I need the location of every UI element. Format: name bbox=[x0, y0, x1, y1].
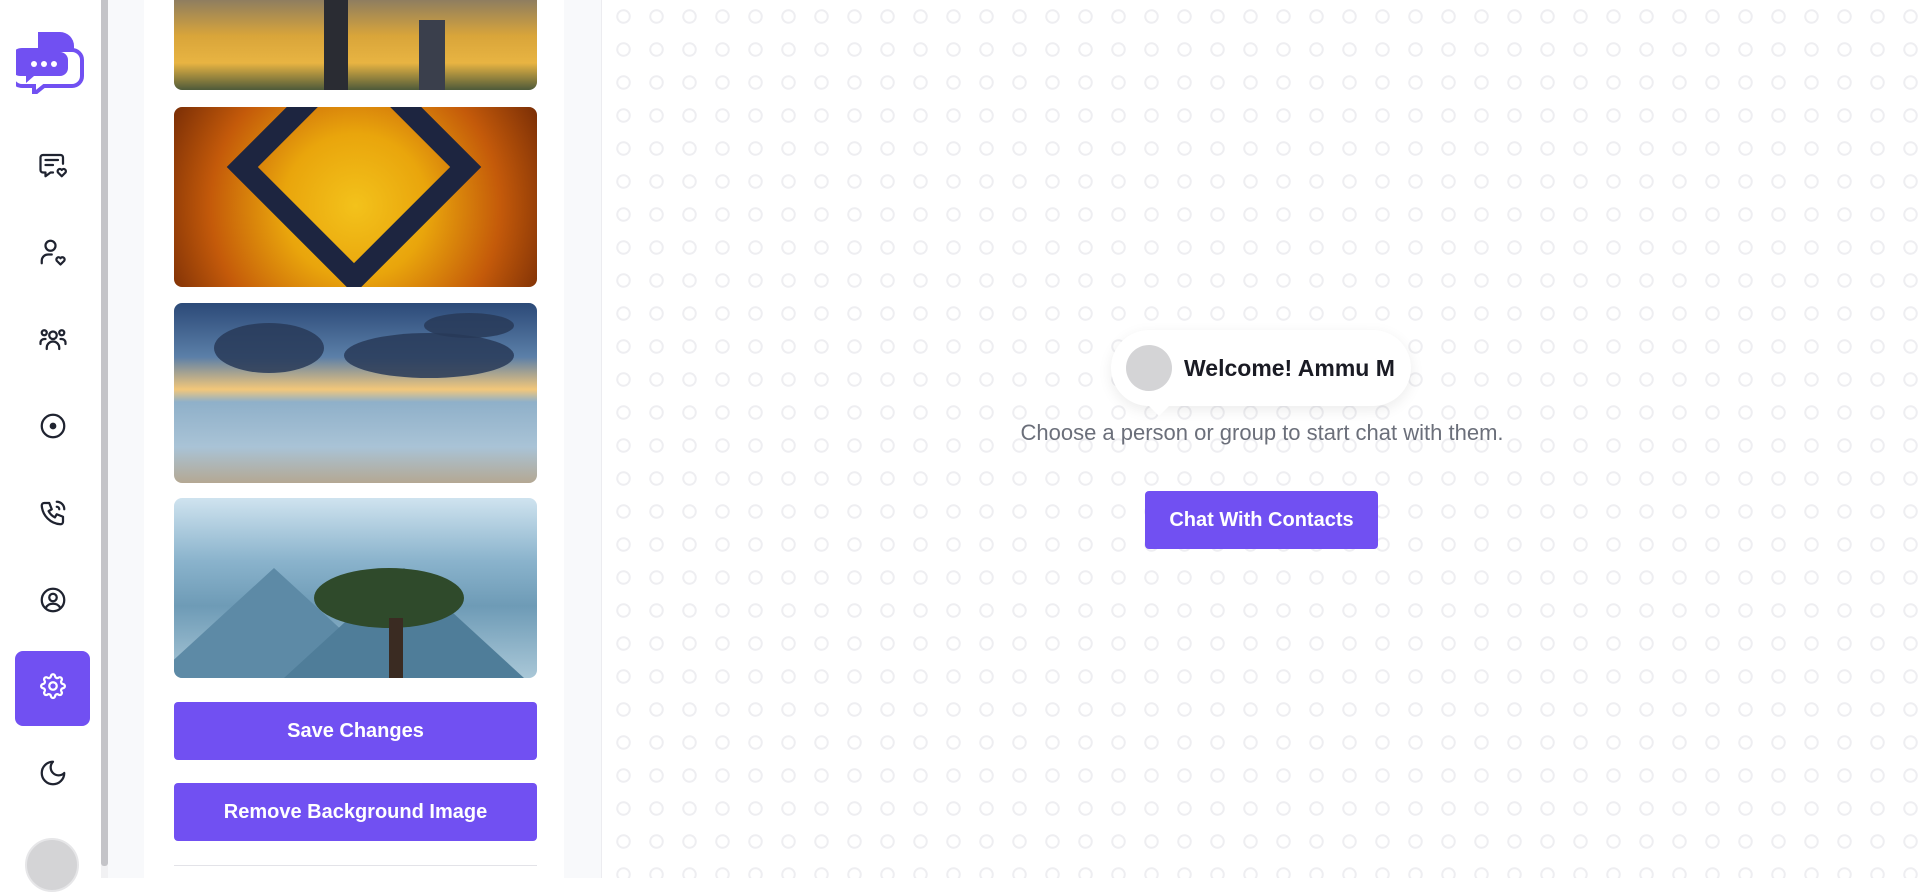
nav-contacts[interactable] bbox=[15, 217, 90, 292]
avatar bbox=[1126, 345, 1172, 391]
nav-theme-toggle[interactable] bbox=[15, 738, 90, 813]
nav-status[interactable] bbox=[15, 391, 90, 466]
welcome-greeting: Welcome! Ammu M bbox=[1184, 354, 1395, 381]
background-option-autumn-leaves[interactable] bbox=[174, 107, 537, 287]
nav-groups[interactable] bbox=[15, 304, 90, 379]
background-option-sea-sunset[interactable] bbox=[174, 303, 537, 483]
nav-calls[interactable] bbox=[15, 478, 90, 553]
user-heart-icon bbox=[38, 237, 68, 272]
background-option-city-sunset[interactable] bbox=[174, 0, 537, 90]
welcome-subtitle: Choose a person or group to start chat w… bbox=[1020, 420, 1504, 445]
circle-dot-icon bbox=[38, 411, 68, 446]
remove-background-button[interactable]: Remove Background Image bbox=[174, 783, 537, 841]
welcome-bubble: Welcome! Ammu M bbox=[1111, 330, 1411, 416]
avatar[interactable] bbox=[25, 838, 79, 892]
icon-rail bbox=[0, 0, 101, 892]
nav-chats[interactable] bbox=[15, 130, 90, 205]
nav-profile[interactable] bbox=[15, 565, 90, 640]
gear-icon bbox=[38, 671, 68, 706]
chat-with-contacts-button[interactable]: Chat With Contacts bbox=[1145, 491, 1378, 549]
divider bbox=[174, 865, 537, 866]
background-option-mountain-tree[interactable] bbox=[174, 498, 537, 678]
rail-scrollbar[interactable] bbox=[101, 0, 108, 866]
nav-settings[interactable] bbox=[15, 651, 90, 726]
user-circle-icon bbox=[38, 585, 68, 620]
chat-bubbles-logo-icon[interactable] bbox=[10, 28, 86, 99]
message-heart-icon bbox=[38, 150, 68, 185]
phone-call-icon bbox=[38, 498, 68, 533]
users-group-icon bbox=[38, 324, 68, 359]
save-changes-button[interactable]: Save Changes bbox=[174, 702, 537, 760]
moon-icon bbox=[38, 758, 68, 793]
